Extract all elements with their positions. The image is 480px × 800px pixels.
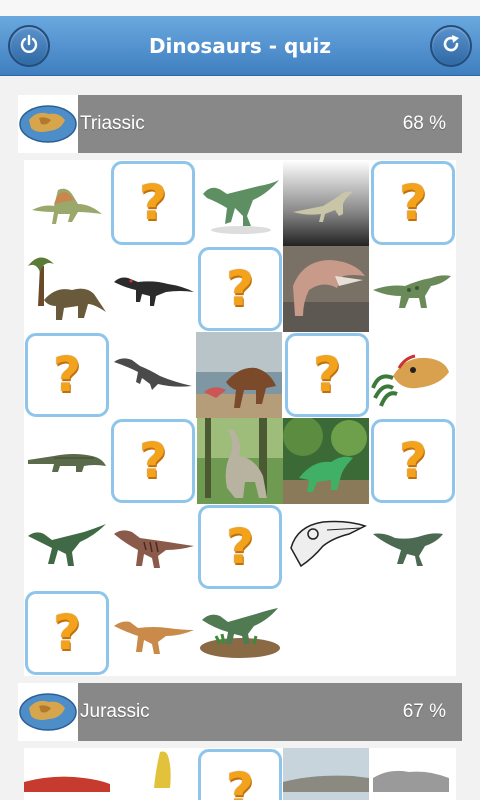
tile-theropod-orange[interactable]	[110, 590, 196, 676]
tile-unknown[interactable]: ?	[285, 333, 369, 417]
tile-unknown[interactable]: ?	[111, 419, 195, 503]
question-mark: ?	[226, 519, 254, 575]
tile-unknown[interactable]: ?	[111, 161, 195, 245]
section-jurassic[interactable]: Jurassic 67 %	[18, 683, 462, 741]
globe-map-icon	[18, 683, 78, 741]
tile-prosauropod-gradient[interactable]	[283, 160, 369, 246]
question-mark: ?	[226, 763, 254, 800]
era-label: Triassic	[80, 113, 145, 134]
status-bar	[0, 0, 480, 16]
tile-unknown[interactable]: ?	[371, 419, 455, 503]
tile-unknown[interactable]: ?	[198, 505, 282, 589]
tile-theropod-on-ground[interactable]	[196, 590, 282, 676]
tile-unknown[interactable]: ?	[198, 247, 282, 331]
question-mark: ?	[139, 433, 167, 489]
tile-forest-photo-2[interactable]	[283, 418, 369, 504]
app-header: Dinosaurs - quiz	[0, 16, 480, 76]
era-percent: 68 %	[402, 113, 446, 134]
refresh-icon	[440, 33, 462, 60]
tile-grey-dino[interactable]	[283, 748, 369, 800]
question-mark: ?	[399, 175, 427, 231]
tile-yellow-dino[interactable]	[110, 748, 196, 800]
tile-theropod-dark[interactable]	[110, 246, 196, 332]
tile-grey-dino-2[interactable]	[369, 748, 455, 800]
tile-theropod-small[interactable]	[369, 504, 455, 590]
tile-theropod-green[interactable]	[197, 160, 283, 246]
section-progress-bar: Jurassic 67 %	[78, 683, 462, 741]
tile-skull-sketch[interactable]	[283, 504, 369, 590]
tile-spinosaurus[interactable]	[24, 160, 110, 246]
era-percent: 67 %	[402, 701, 446, 722]
tile-unknown[interactable]: ?	[25, 591, 109, 675]
question-mark: ?	[399, 433, 427, 489]
question-mark: ?	[53, 605, 81, 661]
jurassic-grid: ?	[24, 748, 456, 800]
globe-map-icon	[18, 95, 78, 153]
triassic-grid: ? ? ? ? ? ? ? ? ?	[24, 160, 456, 676]
tile-plant-eater-trees[interactable]	[24, 246, 110, 332]
section-progress-bar: Triassic 68 %	[78, 95, 462, 153]
app-title: Dinosaurs - quiz	[148, 33, 332, 58]
tile-dino-head-photo[interactable]	[283, 246, 369, 332]
question-mark: ?	[139, 175, 167, 231]
tile-red-dino[interactable]	[24, 748, 110, 800]
tile-theropod-striped[interactable]	[110, 504, 196, 590]
tile-beach-photo[interactable]	[196, 332, 282, 418]
tile-unknown[interactable]: ?	[198, 749, 282, 800]
tile-crested-head[interactable]	[369, 332, 455, 418]
section-triassic[interactable]: Triassic 68 %	[18, 95, 462, 153]
tile-theropod-slim[interactable]	[24, 504, 110, 590]
power-button[interactable]	[8, 25, 50, 67]
tile-unknown[interactable]: ?	[371, 161, 455, 245]
power-icon	[19, 34, 39, 59]
tile-theropod-grey[interactable]	[110, 332, 196, 418]
question-mark: ?	[53, 347, 81, 403]
tile-theropod-spotted[interactable]	[369, 246, 455, 332]
era-label: Jurassic	[80, 701, 150, 722]
question-mark: ?	[313, 347, 341, 403]
tile-phytosaur[interactable]	[24, 418, 110, 504]
refresh-button[interactable]	[430, 25, 472, 67]
question-mark: ?	[226, 261, 254, 317]
tile-unknown[interactable]: ?	[25, 333, 109, 417]
tile-forest-photo-1[interactable]	[197, 418, 283, 504]
